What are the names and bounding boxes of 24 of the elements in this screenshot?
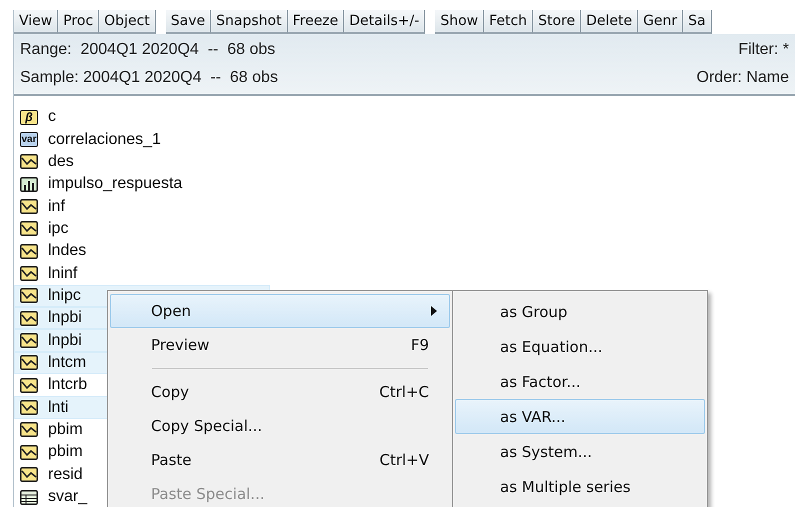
object-name: des [48,152,74,171]
range-text: Range: 2004Q1 2020Q4 -- 68 obs [20,41,276,59]
object-name: lntcrb [48,376,88,394]
object-name: lnpbi [48,309,82,328]
object-name: lntcm [48,354,86,372]
object-name: svar_ [48,488,88,506]
object-name: lndes [48,242,86,260]
object-name: lnipc [48,286,81,305]
coefficient-icon: β [20,110,38,125]
var-icon: var [20,132,38,148]
sample-text: Sample: 2004Q1 2020Q4 -- 68 obs [20,69,279,87]
object-name: impulso_respuesta [48,175,182,194]
object-name: lnti [48,398,68,417]
object-name: c [48,108,56,126]
object-name: lnpbi [48,332,82,350]
object-name: ipc [48,220,68,238]
object-name: correlaciones_1 [48,130,161,149]
order-text: Order: Name [696,69,789,87]
object-name: pbim [48,443,83,462]
object-name: lninf [48,264,78,283]
object-name: pbim [48,420,83,439]
object-name: inf [48,198,65,216]
filter-text: Filter: * [737,41,789,59]
object-name: resid [48,466,83,484]
